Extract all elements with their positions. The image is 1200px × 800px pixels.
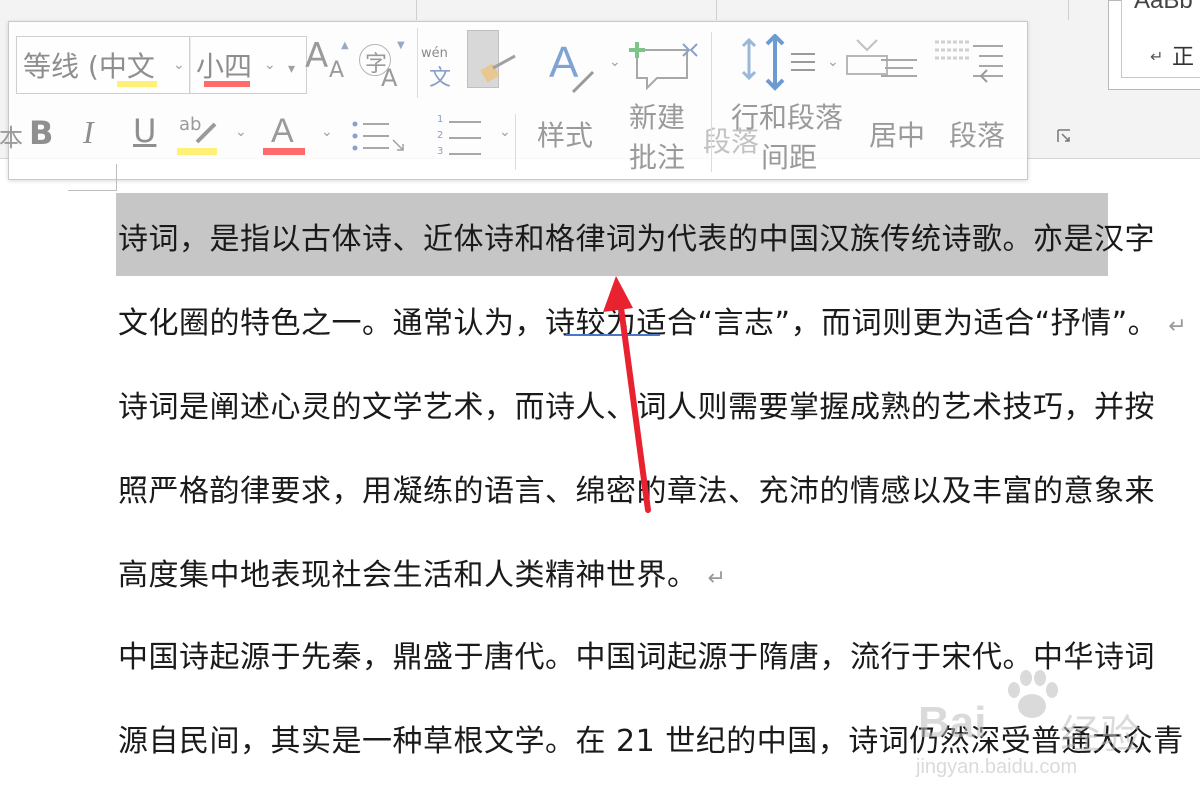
watermark-brand-suffix: 经验: [1060, 713, 1140, 757]
watermark: Bai 经验 jingyan.baidu.com: [910, 668, 1190, 788]
paw-logo-icon: [1008, 670, 1058, 718]
watermark-brand: Bai: [918, 698, 987, 747]
watermark-url: jingyan.baidu.com: [916, 756, 1078, 778]
